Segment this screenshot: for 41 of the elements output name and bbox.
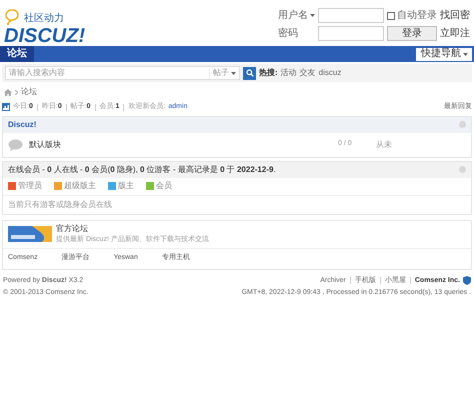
official-forum-link[interactable]: 官方论坛 — [56, 222, 209, 235]
search-button[interactable] — [243, 66, 256, 80]
slogan: 社区动力 — [24, 12, 64, 26]
logo-wordmark: DISCUZ! — [4, 26, 86, 46]
search-icon — [246, 69, 254, 77]
username-field[interactable] — [318, 8, 384, 23]
member-type-label: 会员 — [156, 180, 172, 192]
nav-tab[interactable]: 论坛 — [0, 46, 34, 62]
collapse-icon[interactable] — [459, 121, 466, 128]
online-summary: 在线会员 - 0 人在线 - 0 会员(0 隐身), 0 位游客 - 最高记录是 0 于 2022-12-9. — [8, 164, 276, 176]
quick-nav-button[interactable]: 快捷导航 — [416, 48, 472, 60]
shield-icon — [463, 276, 471, 286]
chevron-icon — [15, 90, 18, 94]
collapse-icon[interactable] — [459, 166, 466, 173]
hot-search-link[interactable]: 活动 — [280, 67, 297, 79]
hot-search-label: 热搜: — [259, 67, 278, 79]
forum-last-post: 从未 — [376, 138, 393, 150]
caret-icon — [231, 72, 236, 74]
forum-bubble-icon — [8, 138, 23, 150]
caret-icon — [463, 52, 468, 56]
breadcrumb-link[interactable]: 论坛 — [21, 86, 37, 98]
category-title: Discuz! — [8, 118, 36, 130]
password-label: 密码 — [278, 26, 299, 41]
member-type-label: 版主 — [118, 180, 134, 192]
member-type-label: 超级版主 — [64, 180, 96, 192]
online-note: 当前只有游客或隐身会员在线 — [8, 198, 112, 210]
remember-checkbox[interactable] — [387, 12, 395, 20]
forum-name[interactable]: 默认版块 — [29, 138, 332, 150]
speech-bubble-icon — [4, 8, 20, 26]
forgot-password-link[interactable]: 找回密 — [440, 8, 470, 23]
login-button[interactable]: 登录 — [387, 26, 437, 41]
password-field[interactable] — [318, 26, 384, 41]
hot-search-link[interactable]: discuz — [318, 67, 342, 79]
home-icon — [4, 88, 12, 96]
register-link[interactable]: 立即注 — [440, 26, 470, 41]
remember-label: 自动登录 — [397, 9, 437, 23]
caret-icon — [310, 14, 315, 17]
hot-search-link[interactable]: 交友 — [300, 67, 316, 79]
username-label: 用户名 — [278, 8, 308, 23]
banner-logo-icon — [8, 226, 52, 242]
member-type-label: 管理员 — [18, 180, 42, 192]
